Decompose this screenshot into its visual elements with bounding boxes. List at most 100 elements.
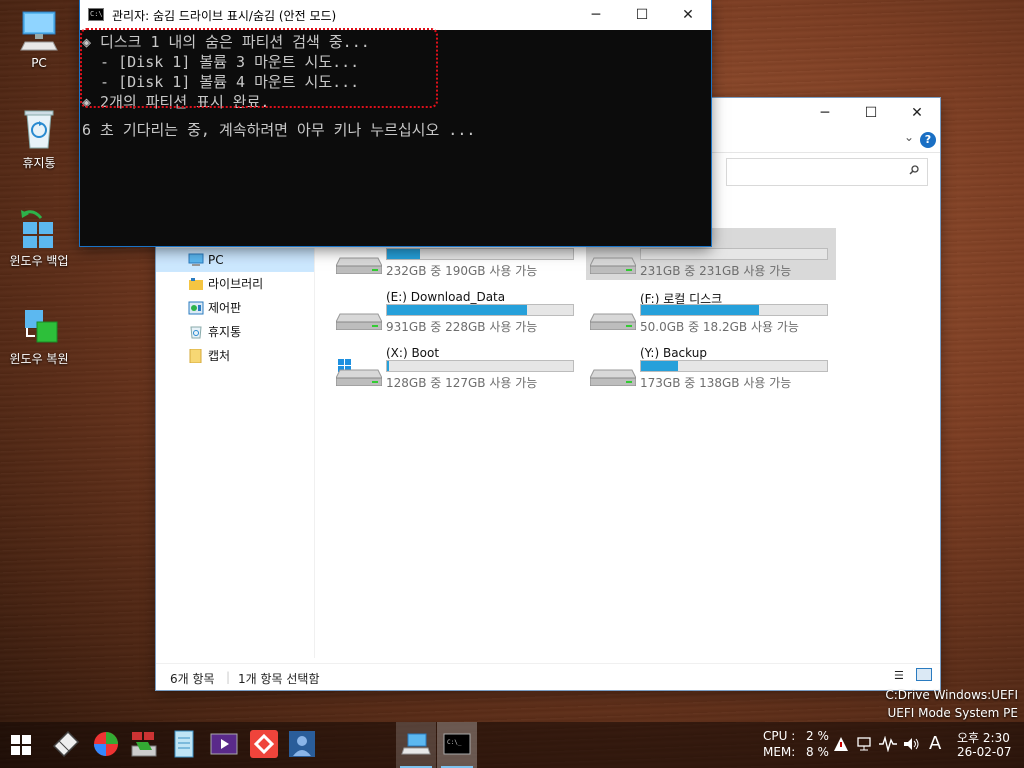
desktop-icon-pc[interactable]: PC: [4, 10, 74, 70]
pc-icon: [188, 253, 204, 266]
anydesk-icon[interactable]: [248, 728, 280, 760]
minimize-button[interactable]: ─: [573, 0, 619, 30]
help-icon[interactable]: ?: [920, 132, 936, 148]
partition-tool-icon[interactable]: [90, 728, 122, 760]
drive-usage-fill: [641, 305, 760, 315]
nav-item-control-panel[interactable]: 제어판: [156, 296, 314, 320]
desktop-icon-recycle-bin[interactable]: 휴지통: [4, 108, 74, 171]
windows-restore-icon: [19, 304, 59, 346]
drive-tile[interactable]: (Y:) Backup 173GB 중 138GB 사용 가능: [586, 340, 836, 392]
status-selected-count: 1개 항목 선택함: [238, 672, 320, 686]
nav-item-capture[interactable]: 캡처: [156, 344, 314, 368]
cmd-icon: C:\: [88, 8, 104, 21]
cpu-label: CPU :: [763, 729, 796, 743]
desktop-icon-label: 윈도우 백업: [9, 254, 69, 268]
close-icon: ✕: [911, 105, 923, 121]
minimize-icon: ─: [591, 7, 601, 23]
maximize-icon: ☐: [635, 7, 649, 23]
drive-usage-fill: [387, 361, 389, 371]
hard-drive-icon: [590, 369, 636, 386]
console-titlebar[interactable]: C:\ 관리자: 숨김 드라이브 표시/숨김 (안전 모드) ─ ☐ ✕: [80, 0, 711, 30]
drive-usage-bar: [640, 360, 828, 372]
minimize-button[interactable]: ─: [802, 98, 848, 128]
desktop-icon-label: 휴지통: [22, 156, 56, 170]
drive-size: 931GB 중 228GB 사용 가능: [386, 320, 538, 334]
nav-item-pc[interactable]: PC: [156, 248, 314, 272]
hard-drive-icon: [336, 369, 382, 386]
ime-indicator[interactable]: A: [929, 733, 941, 754]
explorer-icon: [401, 733, 431, 755]
volume-icon[interactable]: [903, 736, 921, 752]
hard-drive-icon: [336, 257, 382, 274]
nav-item-label: PC: [208, 253, 224, 267]
eraser-tool-icon[interactable]: [50, 728, 82, 760]
taskbar: C:\_ CPU : 2 % MEM: 8 % A 오후 2:30 26-02-…: [0, 722, 1024, 768]
drive-name: (E:) Download_Data: [386, 290, 506, 304]
drive-usage-fill: [387, 249, 421, 259]
library-icon: [189, 278, 203, 290]
drive-usage-bar: [640, 304, 828, 316]
drive-tile[interactable]: (E:) Download_Data 931GB 중 228GB 사용 가능: [332, 284, 582, 336]
recycle-bin-icon: [19, 108, 59, 150]
taskbar-explorer-active[interactable]: [396, 722, 436, 768]
drive-size: 232GB 중 190GB 사용 가능: [386, 264, 538, 278]
folder-icon: [189, 349, 202, 363]
mem-label: MEM:: [763, 745, 796, 759]
cpu-value: 2 %: [806, 729, 829, 743]
system-info-line: UEFI Mode System PE: [887, 706, 1018, 720]
cmd-icon: C:\_: [443, 733, 471, 755]
start-icon[interactable]: [10, 734, 32, 756]
drive-usage-bar: [386, 304, 574, 316]
maximize-button[interactable]: ☐: [848, 98, 894, 128]
windows-backup-icon: [19, 206, 59, 248]
nav-item-label: 제어판: [208, 301, 242, 315]
notepad-icon[interactable]: [168, 728, 200, 760]
drive-name: (X:) Boot: [386, 346, 440, 360]
details-view-icon[interactable]: ☰: [894, 669, 904, 682]
drive-size: 173GB 중 138GB 사용 가능: [640, 376, 792, 390]
chevron-down-icon[interactable]: ⌄: [904, 130, 914, 144]
nav-item-label: 라이브러리: [208, 277, 264, 291]
clock-date[interactable]: 26-02-07: [957, 745, 1011, 759]
clock-time[interactable]: 오후 2:30: [957, 729, 1010, 746]
desktop-icon-label: PC: [31, 56, 47, 70]
highlight-annotation-box: [80, 28, 438, 108]
hard-drive-icon: [590, 313, 636, 330]
nav-item-library[interactable]: 라이브러리: [156, 272, 314, 296]
navigation-pane: PC 라이브러리 제어판 휴지통 캡처: [156, 248, 315, 658]
drive-tile[interactable]: (X:) Boot 128GB 중 127GB 사용 가능: [332, 340, 582, 392]
drive-usage-bar: [386, 248, 574, 260]
drive-usage-fill: [387, 305, 528, 315]
user-accounts-icon[interactable]: [286, 728, 318, 760]
search-input[interactable]: [726, 158, 928, 186]
disk-manager-icon[interactable]: [128, 728, 160, 760]
activity-icon[interactable]: [879, 736, 897, 752]
close-button[interactable]: ✕: [894, 98, 940, 128]
close-button[interactable]: ✕: [665, 0, 711, 30]
media-player-icon[interactable]: [208, 728, 240, 760]
maximize-button[interactable]: ☐: [619, 0, 665, 30]
nav-item-recycle-bin[interactable]: 휴지통: [156, 320, 314, 344]
svg-text:C:\_: C:\_: [447, 739, 462, 746]
status-bar: 6개 항목 | 1개 항목 선택함 ☰: [156, 663, 940, 690]
desktop-icon-windows-restore[interactable]: 윈도우 복원: [4, 304, 74, 367]
network-icon[interactable]: [856, 736, 872, 752]
system-info-line: C:Drive Windows:UEFI: [885, 688, 1018, 702]
drive-name: (Y:) Backup: [640, 346, 707, 360]
nav-item-label: 캡처: [208, 349, 231, 363]
desktop-icon-label: 윈도우 복원: [9, 352, 69, 366]
taskbar-console-active[interactable]: C:\_: [437, 722, 477, 768]
drive-usage-bar: [640, 248, 828, 260]
maximize-icon: ☐: [864, 105, 878, 121]
drive-size: 128GB 중 127GB 사용 가능: [386, 376, 538, 390]
drive-tile[interactable]: (F:) 로컬 디스크 50.0GB 중 18.2GB 사용 가능: [586, 284, 836, 336]
drive-usage-bar: [386, 360, 574, 372]
drive-size: 50.0GB 중 18.2GB 사용 가능: [640, 320, 799, 334]
mem-value: 8 %: [806, 745, 829, 759]
large-icons-view-icon[interactable]: [916, 668, 932, 681]
console-title: 관리자: 숨김 드라이브 표시/숨김 (안전 모드): [112, 9, 337, 23]
desktop-icon-windows-backup[interactable]: 윈도우 백업: [4, 206, 74, 269]
alert-tray-icon[interactable]: [833, 736, 849, 752]
recycle-bin-icon: [190, 326, 202, 339]
console-line: 6 초 기다리는 중, 계속하려면 아무 키나 누르십시오 ...: [82, 121, 476, 139]
